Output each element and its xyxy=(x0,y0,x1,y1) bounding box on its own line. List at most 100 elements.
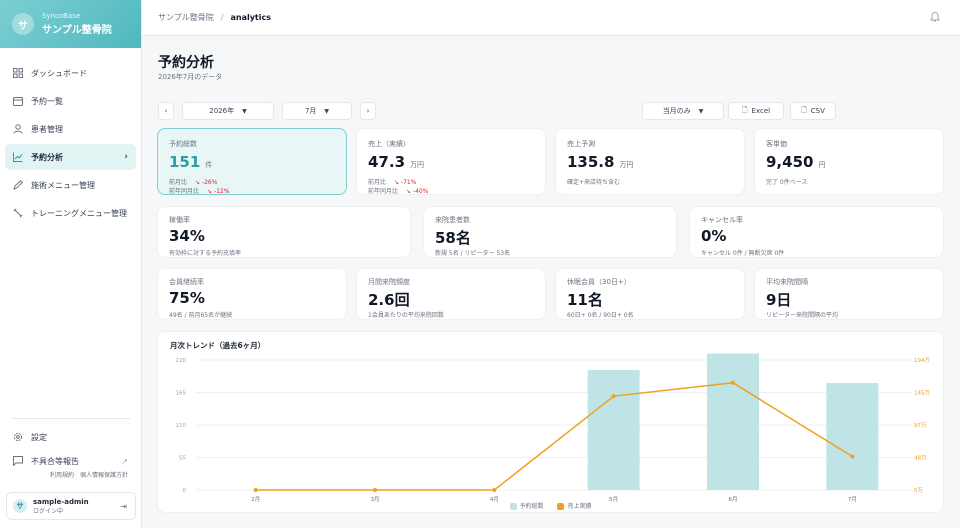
report-link[interactable]: 不具合等報告 ↗ xyxy=(0,449,142,473)
sidebar-item-analytics[interactable]: 予約分析 › xyxy=(5,144,136,170)
month-select[interactable]: 7月 ▼ xyxy=(282,102,352,120)
privacy-link[interactable]: 個人情報保護方針 xyxy=(80,472,128,479)
chart-point xyxy=(731,380,735,385)
bell-icon[interactable] xyxy=(929,11,941,25)
brand-header[interactable]: サ SyncoBase サンプル整骨院 xyxy=(0,0,141,48)
y-tick-right: 145万 xyxy=(914,390,930,397)
chart-point xyxy=(373,488,377,492)
kpi-card-sales-forecast: 売上予測 135.8 万円 確定+来店待ち含む xyxy=(555,128,745,195)
brand-logo: サ xyxy=(12,13,34,35)
message-icon xyxy=(13,456,23,466)
kpi-label: 客単価 xyxy=(766,140,787,148)
kpi-card-retention: 会員継続率 75% 49名 / 前月65名が継続 xyxy=(157,268,347,320)
kpi-sub: 前年同月比 ↘ -40% xyxy=(368,188,429,195)
kpi-sub: 1会員あたりの平均来院回数 xyxy=(368,312,444,319)
kpi-label: 来院患者数 xyxy=(435,216,470,224)
user-icon xyxy=(13,124,23,134)
chevron-right-icon: › xyxy=(124,152,128,162)
page-title: 予約分析 xyxy=(158,55,214,71)
kpi-value: 135.8 万円 xyxy=(567,153,634,171)
export-csv-button[interactable]: 🗋 CSV xyxy=(790,102,836,120)
sidebar-item-treatment-menu[interactable]: 施術メニュー管理 xyxy=(5,172,136,198)
sidebar-bottom: 設定 不具合等報告 ↗ 利用規約 個人情報保護方針 サ sample-admin… xyxy=(0,418,142,528)
sidebar-item-label: 患者管理 xyxy=(31,124,63,134)
excel-label: Excel xyxy=(751,107,771,115)
external-link-icon: ↗ xyxy=(121,456,128,466)
sidebar-item-patients[interactable]: 患者管理 xyxy=(5,116,136,142)
brand-name: サンプル整骨院 xyxy=(42,25,112,36)
legend-swatch xyxy=(509,503,517,510)
legend-swatch xyxy=(557,503,565,510)
y-tick-right: 194万 xyxy=(914,357,930,364)
chart-legend: 予約総数 売上実績 xyxy=(158,501,943,510)
logout-icon[interactable]: ⇥ xyxy=(120,502,127,511)
gear-icon xyxy=(13,432,23,442)
y-tick-left: 220 xyxy=(176,358,187,364)
trend-chart: 0551101652200万48万97万145万194万2月 3月 4月 5月 6月 7月 xyxy=(176,353,930,502)
kpi-sub: 前月比 ↘ -26% xyxy=(169,179,218,186)
legend-item-sales[interactable]: 売上実績 xyxy=(557,503,591,510)
brand-sub: SyncoBase xyxy=(42,12,81,20)
trend-chart-card: 月次トレンド（過去6ヶ月） 0 55 110 165 220 0万 48万 97万 145万 19… xyxy=(157,331,944,513)
chart-line-sales xyxy=(255,382,853,491)
kpi-card-cancel-rate: キャンセル率 0% キャンセル 0件 / 無断欠席 0件 xyxy=(689,206,944,258)
kpi-value: 47.3 万円 xyxy=(368,153,425,171)
sidebar-item-label: 予約一覧 xyxy=(31,96,63,106)
kpi-card-total-reservations[interactable]: 予約総数 151 件 前月比 ↘ -26% 前年同月比 ↘ -12% xyxy=(157,128,347,195)
kpi-sub: 前年同月比 ↘ -12% xyxy=(169,188,230,195)
chart-bar xyxy=(587,370,640,490)
user-card[interactable]: サ sample-admin ログイン中 ⇥ xyxy=(6,492,136,520)
kpi-value: 9,450 円 xyxy=(766,153,826,171)
year-select[interactable]: 2026年 ▼ xyxy=(182,102,274,120)
chart-bar xyxy=(826,383,879,490)
chart-point xyxy=(253,488,258,492)
kpi-card-sales: 売上（実績） 47.3 万円 前月比 ↘ -71% 前年同月比 ↘ -40% xyxy=(356,128,546,195)
sidebar-item-reservations[interactable]: 予約一覧 xyxy=(5,88,136,114)
kpi-sub: 有効枠に対する予約充填率 xyxy=(169,250,242,257)
kpi-value: 0% xyxy=(701,227,727,245)
report-label: 不具合等報告 xyxy=(31,456,79,466)
caret-down-icon: ▼ xyxy=(698,107,704,115)
grid-icon xyxy=(13,68,23,78)
prev-month-button[interactable]: ‹ xyxy=(158,102,174,120)
kpi-sub: 確定+来店待ち含む xyxy=(567,179,621,186)
user-status: ログイン中 xyxy=(33,507,64,515)
main-content: 予約分析 2026年7月のデータ ‹ 2026年 ▼ 7月 ▼ › 当月のみ ▼ 🗋 E… xyxy=(142,36,960,528)
kpi-value: 9日 xyxy=(766,291,792,309)
range-value: 当月のみ xyxy=(662,107,691,115)
kpi-card-utilization: 稼働率 34% 有効枠に対する予約充填率 xyxy=(157,206,411,258)
kpi-value: 75% xyxy=(169,289,205,307)
calendar-icon xyxy=(13,96,23,106)
csv-label: CSV xyxy=(810,107,825,115)
kpi-label: 平均来院間隔 xyxy=(766,278,808,286)
export-excel-button[interactable]: 🗋 Excel xyxy=(728,102,784,120)
kpi-value: 34% xyxy=(169,227,205,245)
kpi-card-visit-frequency: 月間来院頻度 2.6回 1会員あたりの平均来院回数 xyxy=(356,268,546,320)
kpi-label: 会員継続率 xyxy=(169,278,204,286)
month-value: 7月 xyxy=(304,107,317,115)
sidebar-item-training-menu[interactable]: トレーニングメニュー管理 xyxy=(5,200,136,226)
kpi-sub: 49名 / 前月65名が継続 xyxy=(169,312,233,319)
user-name: sample-admin xyxy=(33,497,89,506)
sidebar-item-dashboard[interactable]: ダッシュボード xyxy=(5,60,136,86)
kpi-sub: 完了 0件ベース xyxy=(766,179,808,186)
y-tick-right: 48万 xyxy=(914,455,927,462)
kpi-value: 151 件 xyxy=(169,153,213,171)
kpi-card-patients: 来院患者数 58名 新規 5名 / リピーター 53名 xyxy=(423,206,677,258)
kpi-label: 月間来院頻度 xyxy=(368,278,410,286)
chart-icon xyxy=(13,152,23,162)
settings-link[interactable]: 設定 xyxy=(0,425,142,449)
pen-icon xyxy=(13,180,23,190)
settings-label: 設定 xyxy=(31,432,47,442)
y-tick-left: 55 xyxy=(179,456,186,462)
breadcrumb-root[interactable]: サンプル整骨院 xyxy=(158,12,214,23)
kpi-sub: リピーター来院間隔の平均 xyxy=(766,312,839,319)
range-select[interactable]: 当月のみ ▼ xyxy=(642,102,724,120)
kpi-value: 58名 xyxy=(435,229,471,247)
terms-link[interactable]: 利用規約 xyxy=(50,472,74,479)
sidebar-item-label: 施術メニュー管理 xyxy=(31,180,95,190)
next-month-button[interactable]: › xyxy=(360,102,376,120)
kpi-value: 2.6回 xyxy=(368,291,410,309)
legend-item-reservations[interactable]: 予約総数 xyxy=(509,503,544,510)
avatar: サ xyxy=(13,499,27,513)
